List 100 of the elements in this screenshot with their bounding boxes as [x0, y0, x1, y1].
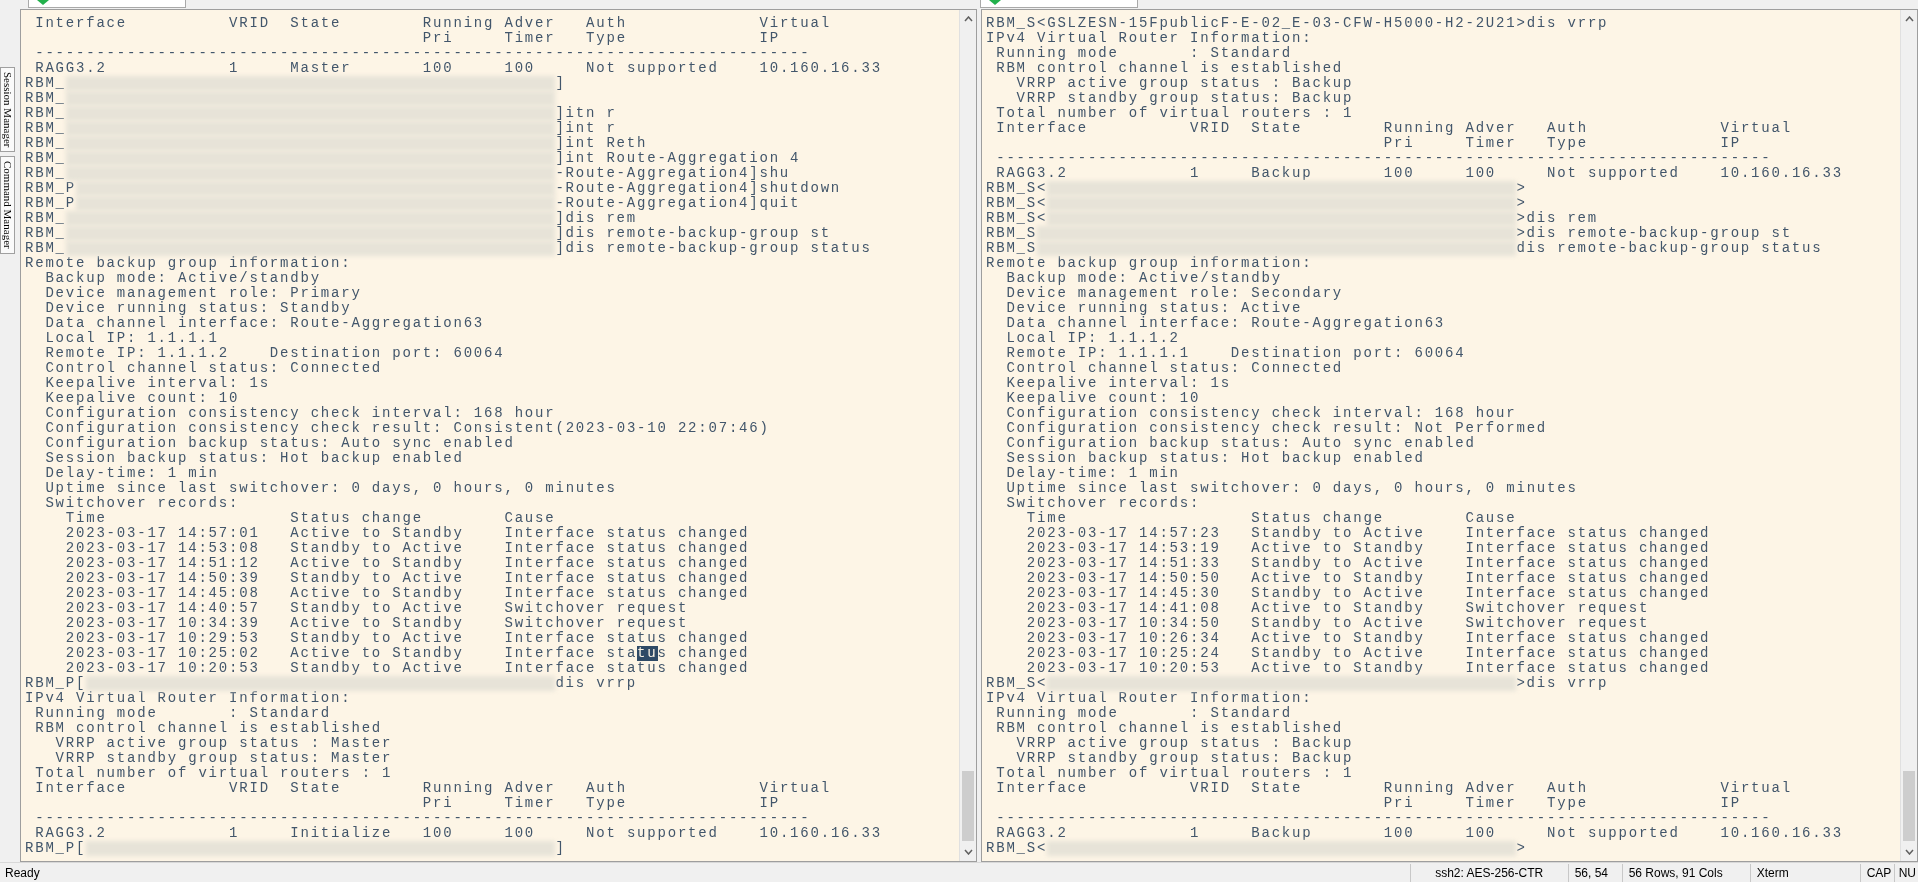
- prompt-text: RBM_P[: [25, 676, 87, 691]
- scroll-down-icon[interactable]: [964, 849, 973, 855]
- selected-text: tu: [637, 646, 658, 661]
- terminal-line: Configuration consistency check result: Not Performed: [1005, 421, 1548, 436]
- terminal-line: Uptime since last switchover: 0 days, 0 hours, 0 minutes: [1005, 481, 1578, 496]
- terminal-line: Interface VRID State Running Adver Auth Virtual: [34, 16, 831, 31]
- scroll-up-icon[interactable]: [1905, 16, 1914, 22]
- terminal-line: Delay-time: 1 min: [44, 466, 219, 481]
- terminal-line: VRRP standby group status: Master: [54, 751, 393, 766]
- terminal-line: 2023-03-17 10:20:53 Active to Standby Interface status changed: [1025, 661, 1711, 676]
- prompt-text: RBM_S<: [986, 196, 1048, 211]
- terminal-line: VRRP active group status : Backup: [1015, 76, 1354, 91]
- terminal-line: Running mode : Standard: [34, 706, 332, 721]
- scrollbar[interactable]: [959, 10, 976, 861]
- terminal-line: Pri Timer Type IP: [421, 31, 780, 46]
- terminal-line: RAGG3.2 1 Backup 100 100 Not supported 10.160.16.33: [995, 166, 1843, 181]
- terminal-line: 2023-03-17 14:53:19 Active to Standby Interface status changed: [1025, 541, 1711, 556]
- terminal-line: Device running status: Standby: [44, 301, 352, 316]
- prompt-text: RBM_P: [25, 196, 76, 211]
- command-text: ]dis rem: [555, 211, 638, 226]
- command-text: >dis rem: [1516, 211, 1599, 226]
- terminal-line: 2023-03-17 14:57:23 Standby to Active Interface status changed: [1025, 526, 1711, 541]
- terminal-line: Session backup status: Hot backup enabled: [1005, 451, 1425, 466]
- terminal-line: Remote backup group information:: [25, 256, 352, 271]
- command-text: ]dis remote-backup-group status: [555, 241, 872, 256]
- terminal-line: Interface VRID State Running Adver Auth Virtual: [34, 781, 831, 796]
- command-text: ]: [555, 841, 566, 856]
- terminal-line: Data channel interface: Route-Aggregation63: [1005, 316, 1446, 331]
- terminal-line: Configuration backup status: Auto sync enabled: [1005, 436, 1476, 451]
- terminal-line: Keepalive count: 10: [44, 391, 240, 406]
- terminal-line: RBM control channel is established: [34, 721, 383, 736]
- command-text: dis vrrp: [555, 676, 638, 691]
- scrollbar-thumb[interactable]: [1903, 771, 1915, 841]
- prompt-text: RBM_: [25, 136, 66, 151]
- side-tab[interactable]: Command Manager: [0, 156, 15, 255]
- command-text: ]int Reth: [555, 136, 648, 151]
- terminal-line: 2023-03-17 10:25:02 Active to Standby Interface sta: [64, 646, 638, 661]
- terminal-line: RBM_S<GSLZESN-15FpublicF-E-02_E-03-CFW-H5000-H2-2U21>dis vrrp: [986, 16, 1609, 31]
- terminal-line: Configuration consistency check interval: 168 hour: [1005, 406, 1517, 421]
- status-field: CAP: [1859, 863, 1894, 882]
- command-text: ]int r: [555, 121, 617, 136]
- terminal-line: Total number of virtual routers : 1: [34, 766, 393, 781]
- terminal-line: Pri Timer Type IP: [421, 796, 780, 811]
- command-text: ]dis remote-backup-group st: [555, 226, 831, 241]
- prompt-text: RBM_S<: [986, 841, 1048, 856]
- terminal-line: 2023-03-17 14:40:57 Standby to Active Switchover request: [64, 601, 689, 616]
- terminal-line: 2023-03-17 14:51:12 Active to Standby Interface status changed: [64, 556, 750, 571]
- prompt-text: RBM_: [25, 211, 66, 226]
- terminal-line: Running mode : Standard: [995, 46, 1293, 61]
- terminal-line: VRRP active group status : Backup: [1015, 736, 1354, 751]
- terminal-line: Interface VRID State Running Adver Auth Virtual: [995, 781, 1792, 796]
- terminal-line: Total number of virtual routers : 1: [995, 766, 1354, 781]
- scroll-down-icon[interactable]: [1905, 849, 1914, 855]
- scrollbar[interactable]: [1900, 10, 1917, 861]
- prompt-text: RBM_P: [25, 181, 76, 196]
- command-text: -Route-Aggregation4]shu: [555, 166, 791, 181]
- terminal-line: 2023-03-17 10:26:34 Active to Standby Interface status changed: [1025, 631, 1711, 646]
- terminal-line: 2023-03-17 14:50:50 Active to Standby Interface status changed: [1025, 571, 1711, 586]
- terminal-line: Switchover records:: [44, 496, 240, 511]
- terminal-line: IPv4 Virtual Router Information:: [986, 691, 1313, 706]
- command-text: >dis remote-backup-group st: [1516, 226, 1792, 241]
- terminal-line: ----------------------------------------------------------------------------: [34, 46, 811, 61]
- terminal-line: Remote IP: 1.1.1.1 Destination port: 60064: [1005, 346, 1466, 361]
- terminal-line: 2023-03-17 14:51:33 Standby to Active Interface status changed: [1025, 556, 1711, 571]
- prompt-text: RBM_: [25, 91, 66, 106]
- side-tab[interactable]: Session Manager: [0, 67, 15, 153]
- status-field: Xterm: [1749, 863, 1860, 882]
- command-text: dis remote-backup-group status: [1516, 241, 1823, 256]
- terminal-line: Time Status change Cause: [64, 511, 556, 526]
- terminal-line: Device management role: Secondary: [1005, 286, 1344, 301]
- status-message: Ready: [4, 864, 41, 882]
- terminal-line: Time Status change Cause: [1025, 511, 1517, 526]
- terminal-line: RBM control channel is established: [995, 61, 1344, 76]
- terminal-line: Backup mode: Active/standby: [1005, 271, 1282, 286]
- terminal-line: IPv4 Virtual Router Information:: [25, 691, 352, 706]
- terminal-line: ----------------------------------------------------------------------------: [34, 811, 811, 826]
- terminal-line: Configuration consistency check interval: 168 hour: [44, 406, 556, 421]
- prompt-text: RBM_: [25, 166, 66, 181]
- command-text: -Route-Aggregation4]shutdown: [555, 181, 842, 196]
- terminal-line: 2023-03-17 10:34:39 Active to Standby Switchover request: [64, 616, 689, 631]
- terminal-line: Keepalive interval: 1s: [44, 376, 270, 391]
- terminal-line: Device running status: Active: [1005, 301, 1303, 316]
- scroll-up-icon[interactable]: [964, 16, 973, 22]
- terminal-line: 2023-03-17 14:45:08 Active to Standby Interface status changed: [64, 586, 750, 601]
- prompt-text: RBM_S: [986, 226, 1037, 241]
- terminal-line: Interface VRID State Running Adver Auth Virtual: [995, 121, 1792, 136]
- prompt-text: RBM_S<: [986, 676, 1048, 691]
- prompt-text: RBM_: [25, 241, 66, 256]
- terminal-line: RBM control channel is established: [995, 721, 1344, 736]
- terminal-line: Pri Timer Type IP: [1382, 796, 1741, 811]
- terminal-line: s changed: [657, 646, 750, 661]
- scrollbar-thumb[interactable]: [962, 771, 974, 841]
- terminal-line: ----------------------------------------------------------------------------: [995, 811, 1772, 826]
- terminal-line: VRRP active group status : Master: [54, 736, 393, 751]
- terminal-line: IPv4 Virtual Router Information:: [986, 31, 1313, 46]
- terminal-line: 2023-03-17 10:29:53 Standby to Active Interface status changed: [64, 631, 750, 646]
- terminal-line: 2023-03-17 14:41:08 Active to Standby Switchover request: [1025, 601, 1650, 616]
- terminal-line: Device management role: Primary: [44, 286, 362, 301]
- terminal-line: Configuration consistency check result: Consistent(2023-03-10 22:07:46): [44, 421, 770, 436]
- prompt-text: RBM_S<: [986, 181, 1048, 196]
